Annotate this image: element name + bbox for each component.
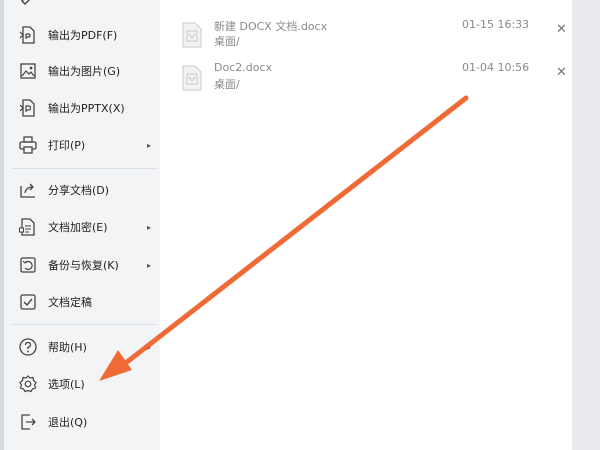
backup-icon — [18, 255, 38, 275]
cutoff-file-path — [214, 0, 274, 5]
submenu-arrow-icon: ▸ — [147, 342, 152, 352]
menu-item-exit[interactable]: 退出(Q) — [4, 405, 160, 439]
encrypt-icon — [18, 217, 38, 237]
menu-item-encrypt[interactable]: 文档加密(E) ▸ — [4, 210, 160, 244]
pdf-export-icon — [18, 25, 38, 45]
file-path: 桌面/ — [214, 35, 240, 48]
file-path: 桌面/ — [214, 78, 240, 91]
file-menu-panel: 输出为PDF(F) 输出为图片(G) 输出为PPTX(X) 打印(P) ▸ 分享… — [4, 0, 160, 450]
menu-item-options[interactable]: 选项(L) — [4, 367, 160, 401]
menu-item-label: 分享文档(D) — [48, 184, 110, 197]
submenu-arrow-icon: ▸ — [147, 260, 152, 270]
cutoff-icon — [18, 0, 38, 7]
document-file-icon — [182, 22, 202, 48]
document-file-icon — [182, 65, 202, 91]
menu-item-label: 文档定稿 — [48, 296, 92, 309]
recent-file-row[interactable]: 新建 DOCX 文档.docx 桌面/ 01-15 16:33 ✕ — [160, 14, 572, 62]
menu-item-cutoff[interactable] — [4, 0, 160, 14]
menu-item-label: 备份与恢复(K) — [48, 259, 119, 272]
image-export-icon — [18, 61, 38, 81]
menu-item-label: 文档加密(E) — [48, 221, 108, 234]
recent-files-panel: 新建 DOCX 文档.docx 桌面/ 01-15 16:33 ✕ Doc2.d… — [160, 0, 572, 450]
help-icon — [18, 337, 38, 357]
menu-divider — [12, 168, 158, 169]
menu-item-label: 输出为PDF(F) — [48, 29, 118, 42]
menu-item-label: 退出(Q) — [48, 416, 88, 429]
file-name: Doc2.docx — [214, 61, 273, 74]
file-date: 01-04 10:56 — [462, 61, 530, 74]
menu-divider — [12, 324, 158, 325]
finalize-icon — [18, 292, 38, 312]
menu-item-export-pptx[interactable]: 输出为PPTX(X) — [4, 91, 160, 125]
menu-item-label: 打印(P) — [48, 139, 86, 152]
menu-item-help[interactable]: 帮助(H) ▸ — [4, 330, 160, 364]
menu-item-label: 输出为PPTX(X) — [48, 102, 125, 115]
menu-item-finalize[interactable]: 文档定稿 — [4, 285, 160, 319]
menu-item-export-pdf[interactable]: 输出为PDF(F) — [4, 18, 160, 52]
pptx-export-icon — [18, 98, 38, 118]
gear-icon — [18, 374, 38, 394]
close-icon[interactable]: ✕ — [556, 22, 567, 37]
menu-item-share[interactable]: 分享文档(D) — [4, 173, 160, 207]
file-date: 01-15 16:33 — [462, 18, 530, 31]
close-icon[interactable]: ✕ — [556, 65, 567, 80]
menu-item-export-image[interactable]: 输出为图片(G) — [4, 54, 160, 88]
submenu-arrow-icon: ▸ — [147, 140, 152, 150]
window-right-edge — [572, 0, 600, 450]
menu-item-print[interactable]: 打印(P) ▸ — [4, 128, 160, 162]
menu-item-backup[interactable]: 备份与恢复(K) ▸ — [4, 248, 160, 282]
recent-file-row[interactable]: Doc2.docx 桌面/ 01-04 10:56 ✕ — [160, 57, 572, 105]
submenu-arrow-icon: ▸ — [147, 222, 152, 232]
menu-item-label: 帮助(H) — [48, 341, 87, 354]
menu-item-label: 输出为图片(G) — [48, 65, 121, 78]
menu-item-label: 选项(L) — [48, 378, 85, 391]
share-icon — [18, 180, 38, 200]
file-name: 新建 DOCX 文档.docx — [214, 20, 328, 33]
exit-icon — [18, 412, 38, 432]
printer-icon — [18, 135, 38, 155]
